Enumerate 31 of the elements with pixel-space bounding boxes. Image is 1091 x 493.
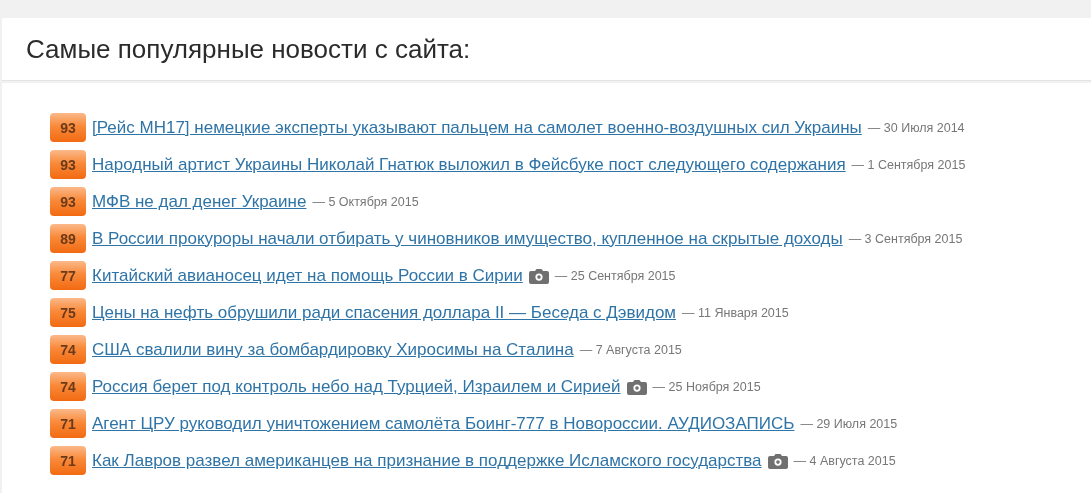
news-date: — 29 Июля 2015 [800,416,898,431]
score-badge: 93 [50,113,86,142]
score-badge: 89 [50,224,86,253]
score-badge: 93 [50,187,86,216]
news-date: — 11 Января 2015 [682,305,789,320]
news-link[interactable]: Цены на нефть обрушили ради спасения доллара II — Беседа с Дэвидом [92,302,677,323]
news-date: — 30 Июля 2014 [867,120,965,135]
news-date: — 7 Августа 2015 [579,342,682,357]
score-badge: 71 [50,409,86,438]
score-badge: 93 [50,150,86,179]
news-link[interactable]: Китайский авианосец идет на помощь России в Сирии [92,265,523,286]
news-link[interactable]: Народный артист Украины Николай Гнатюк выложил в Фейсбуке пост следующего содержания [92,154,846,175]
news-date: — 25 Сентября 2015 [554,268,676,283]
score-badge: 77 [50,261,86,290]
score-badge: 74 [50,372,86,401]
news-date: — 5 Октября 2015 [312,194,419,209]
section-title: Самые популярные новости с сайта: [26,33,471,65]
news-link[interactable]: Агент ЦРУ руководил уничтожением самолёта Боинг-777 в Новороссии. АУДИОЗАПИСЬ [92,413,795,434]
news-link[interactable]: Как Лавров развел американцев на признание в поддержке Исламского государства [92,450,762,471]
news-link[interactable]: США свалили вину за бомбардировку Хиросимы на Сталина [92,339,574,360]
news-date: — 4 Августа 2015 [793,453,896,468]
score-badge: 74 [50,335,86,364]
score-badge: 71 [50,446,86,475]
news-date: — 3 Сентября 2015 [848,231,963,246]
news-link[interactable]: В России прокуроры начали отбирать у чиновников имущество, купленное на скрытые доходы [92,228,843,249]
score-badge: 75 [50,298,86,327]
news-date: — 1 Сентября 2015 [851,157,966,172]
news-date: — 25 Ноября 2015 [652,379,761,394]
news-link[interactable]: МФВ не дал денег Украине [92,191,307,212]
news-link[interactable]: Россия берет под контроль небо над Турцией, Израилем и Сирией [92,376,621,397]
news-link[interactable]: [Рейс MH17] немецкие эксперты указывают пальцем на самолет военно-воздушных сил Украины [92,117,862,138]
